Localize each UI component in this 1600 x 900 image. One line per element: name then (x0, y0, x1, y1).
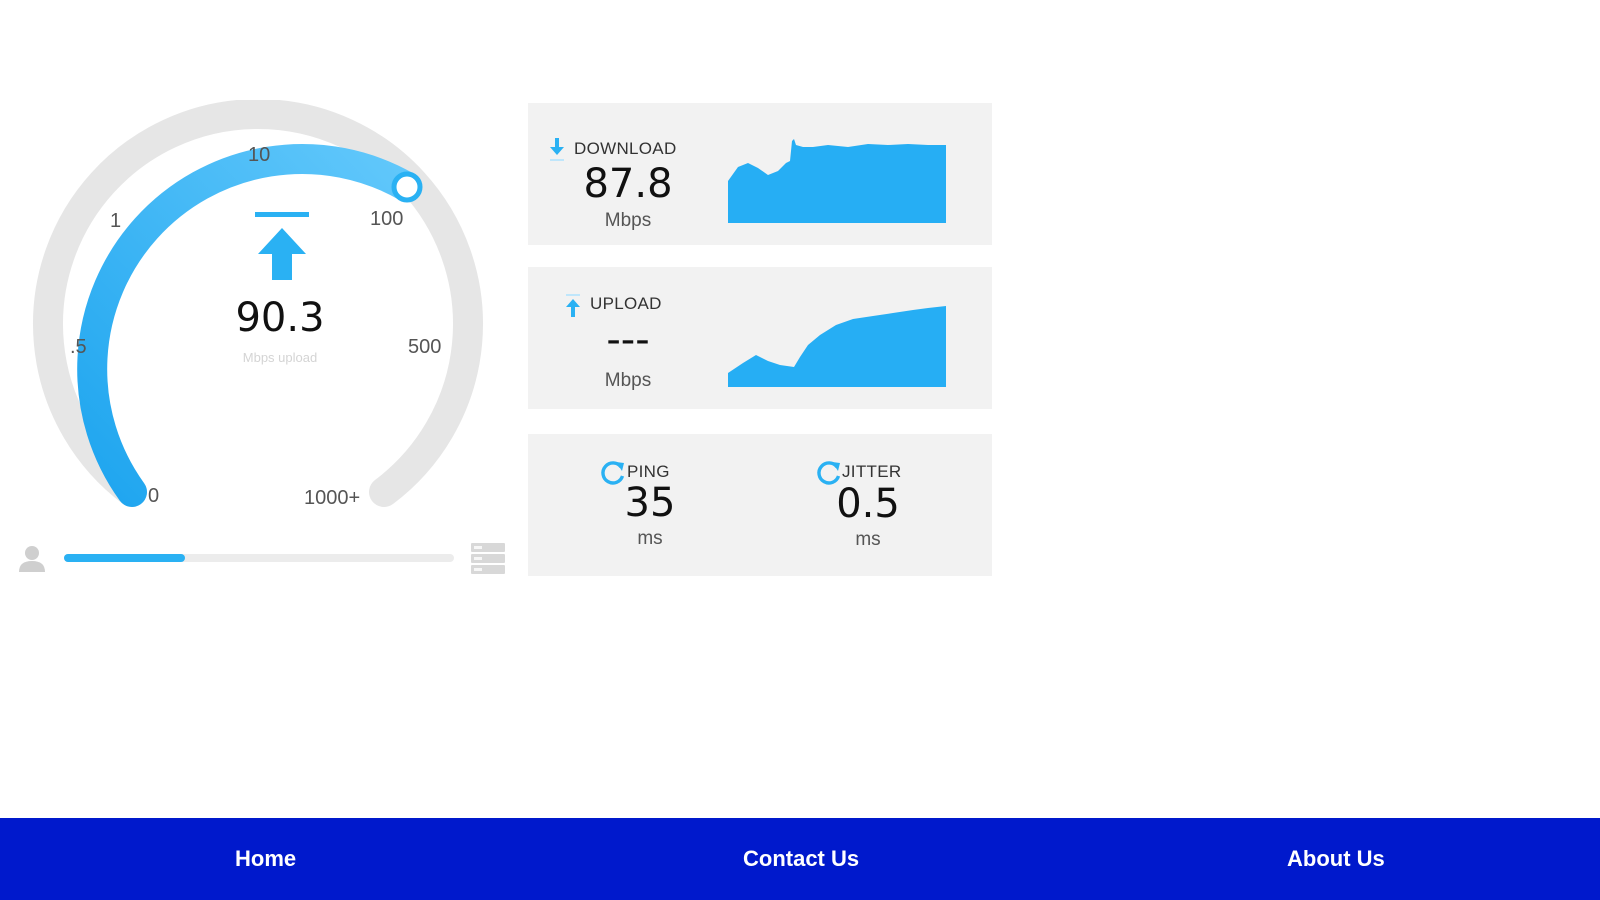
gauge-tick-1: 1 (110, 210, 122, 232)
gauge-tick-100: 100 (370, 208, 404, 230)
download-value: 87.8 (583, 161, 673, 207)
download-graph (728, 139, 946, 223)
ping-unit: ms (637, 528, 663, 549)
upload-value: --- (606, 317, 650, 363)
jitter-unit: ms (855, 529, 881, 550)
download-unit: Mbps (604, 210, 652, 231)
test-progress (14, 538, 510, 578)
upload-label: UPLOAD (590, 294, 662, 313)
download-card: DOWNLOAD 87.8 Mbps (528, 103, 992, 245)
download-label: DOWNLOAD (574, 139, 677, 158)
latency-card: PING 35 ms JITTER 0.5 ms (528, 434, 992, 576)
ping-value: 35 (624, 480, 676, 526)
jitter-label: JITTER (842, 462, 902, 481)
gauge-unit: Mbps upload (242, 350, 318, 365)
server-icon[interactable] (470, 542, 506, 576)
gauge-tick-half: .5 (70, 336, 87, 358)
nav-home[interactable]: Home (235, 846, 296, 872)
gauge-value: 90.3 (235, 295, 325, 341)
nav-contact-us[interactable]: Contact Us (743, 846, 859, 872)
footer-nav: Home Contact Us About Us (0, 818, 1600, 900)
arrow-up-icon (255, 212, 309, 280)
user-icon (19, 546, 45, 572)
gauge-tick-0: 0 (148, 485, 160, 507)
jitter-value: 0.5 (836, 481, 900, 527)
progress-fill (64, 554, 185, 562)
progress-track (64, 554, 454, 562)
arrow-down-icon (550, 138, 564, 161)
upload-unit: Mbps (604, 370, 652, 391)
upload-graph (728, 306, 946, 387)
gauge-tick-10: 10 (248, 144, 271, 166)
upload-card: UPLOAD --- Mbps (528, 267, 992, 409)
arrow-up-icon (566, 294, 580, 317)
gauge-knob (391, 171, 423, 203)
ping-label: PING (627, 462, 670, 481)
speed-test-page: 10 1 100 .5 500 0 1000+ 90.3 Mbps upload (0, 0, 1600, 900)
gauge-tick-1000: 1000+ (304, 487, 361, 509)
gauge-tick-500: 500 (408, 336, 442, 358)
nav-about-us[interactable]: About Us (1287, 846, 1385, 872)
speed-gauge: 10 1 100 .5 500 0 1000+ 90.3 Mbps upload (20, 100, 500, 530)
